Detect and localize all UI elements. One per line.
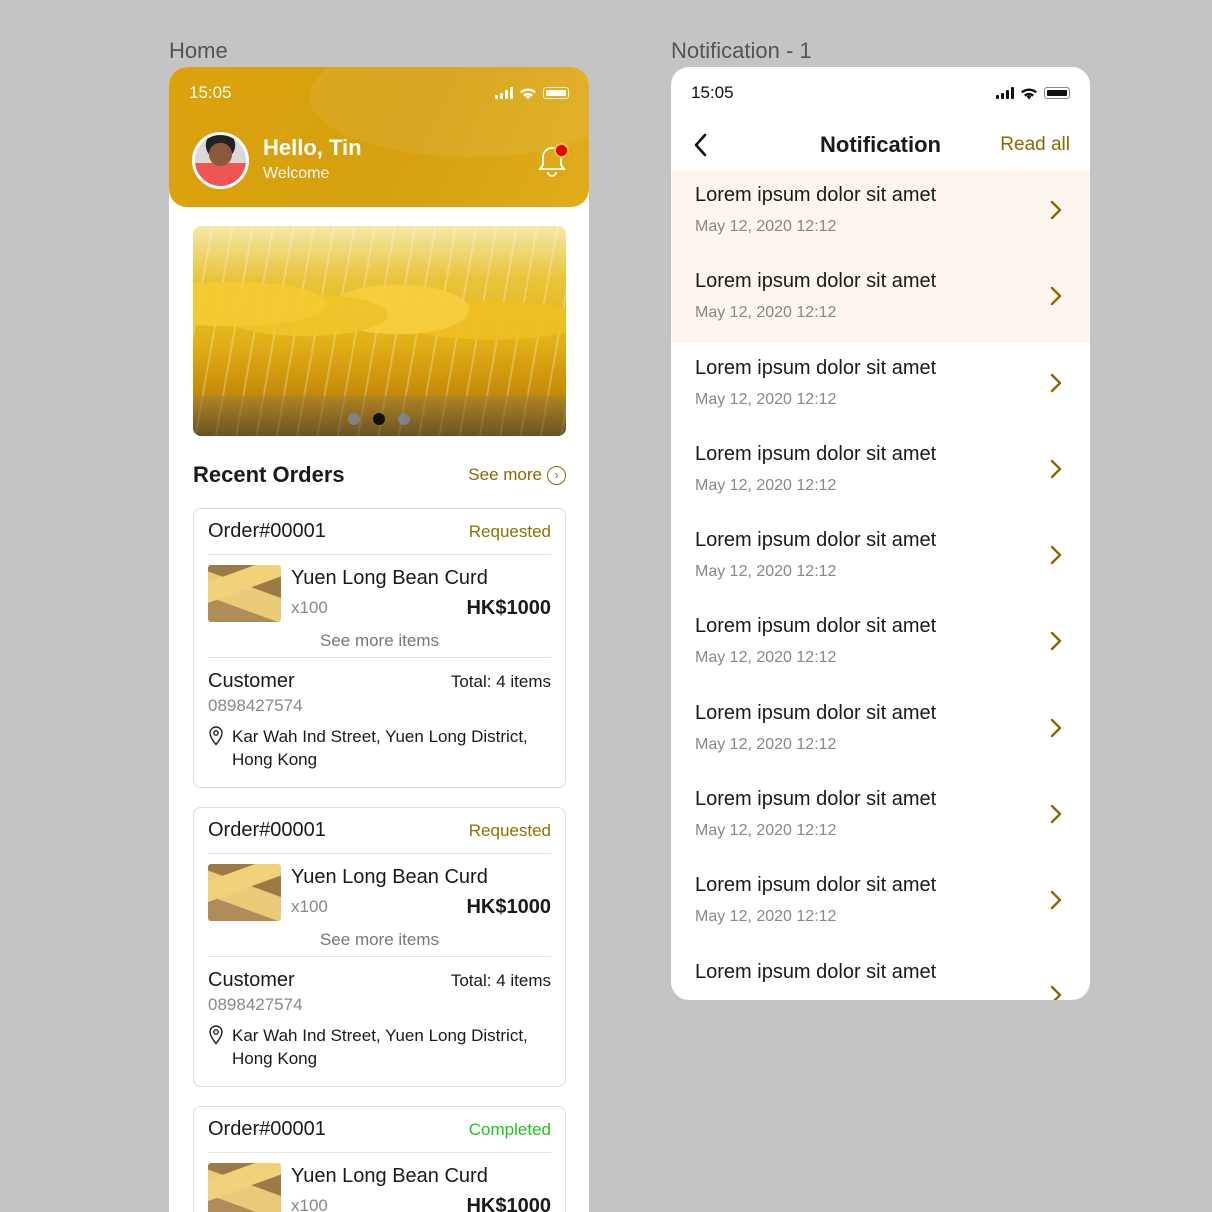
notification-title: Lorem ipsum dolor sit amet — [695, 788, 937, 811]
notification-item[interactable]: Lorem ipsum dolor sit amet May 12, 2020 … — [671, 256, 1090, 343]
status-bar: 15:05 — [189, 83, 569, 103]
notification-date: May 12, 2020 12:12 — [695, 476, 837, 494]
product-image — [208, 1163, 281, 1212]
customer-phone: 0898427574 — [208, 995, 303, 1014]
order-id: Order#00001 — [208, 520, 326, 542]
frame-label-notification: Notification - 1 — [671, 38, 812, 63]
bell-icon[interactable] — [537, 143, 569, 179]
notification-title: Lorem ipsum dolor sit amet — [695, 960, 937, 983]
welcome-text: Welcome — [263, 165, 330, 182]
notification-title: Lorem ipsum dolor sit amet — [695, 874, 937, 897]
signal-icon — [495, 87, 513, 99]
see-more-items-link[interactable]: See more items — [208, 627, 551, 658]
avatar[interactable] — [192, 132, 249, 189]
location-pin-icon — [209, 726, 223, 746]
notification-item[interactable]: Lorem ipsum dolor sit amet May 12, 2020 … — [671, 860, 1090, 946]
see-more-link[interactable]: See more › — [468, 465, 566, 485]
notification-item[interactable]: Lorem ipsum dolor sit amet May 12, 2020 … — [671, 515, 1090, 601]
chevron-right-icon — [1050, 714, 1062, 745]
item-name: Yuen Long Bean Curd — [291, 567, 488, 589]
notification-item[interactable]: Lorem ipsum dolor sit amet May 12, 2020 … — [671, 343, 1090, 429]
location-pin-icon — [209, 1025, 223, 1045]
banner-carousel[interactable] — [193, 226, 566, 436]
signal-icon — [996, 87, 1014, 99]
wifi-icon — [1021, 87, 1037, 99]
notification-title: Lorem ipsum dolor sit amet — [695, 529, 937, 552]
status-badge: Requested — [468, 521, 551, 541]
notification-item[interactable]: Lorem ipsum dolor sit amet May 12, 2020 … — [671, 774, 1090, 860]
customer-address: Kar Wah Ind Street, Yuen Long District, … — [232, 727, 528, 769]
chevron-right-icon — [1050, 627, 1062, 658]
item-price: HK$1000 — [466, 597, 551, 619]
chevron-right-icon — [1050, 369, 1062, 400]
notification-title: Lorem ipsum dolor sit amet — [695, 615, 937, 638]
nav-bar: Notification Read all — [671, 122, 1090, 170]
notification-date: May 12, 2020 12:12 — [695, 218, 837, 235]
notification-date: May 12, 2020 12:12 — [695, 649, 837, 667]
notification-item[interactable]: Lorem ipsum dolor sit amet May 12, 2020 … — [671, 601, 1090, 687]
notification-date: May 12, 2020 12:12 — [695, 563, 837, 581]
customer-phone: 0898427574 — [208, 696, 303, 715]
notification-date: May 12, 2020 12:12 — [695, 908, 837, 926]
see-more-items-link[interactable]: See more items — [208, 926, 551, 957]
notification-item[interactable]: Lorem ipsum dolor sit amet May 12, 2020 … — [671, 688, 1090, 774]
chevron-right-icon — [1050, 981, 1062, 1000]
greeting: Hello, Tin — [263, 135, 362, 160]
notification-title: Lorem ipsum dolor sit amet — [695, 442, 937, 465]
home-header: 15:05 Hello, Tin Welcome — [169, 67, 589, 207]
notification-screen: 15:05 Notification Read all Lorem ipsum … — [671, 67, 1090, 1000]
frame-label-home: Home — [169, 38, 228, 63]
wifi-icon — [520, 87, 536, 99]
section-title: Recent Orders — [193, 462, 345, 487]
chevron-right-icon — [1050, 455, 1062, 486]
chevron-right-icon — [1050, 282, 1062, 313]
status-time: 15:05 — [691, 83, 734, 102]
chevron-right-icon — [1050, 196, 1062, 227]
notification-item[interactable]: Lorem ipsum dolor sit amet May 12, 2020 … — [671, 429, 1090, 515]
order-id: Order#00001 — [208, 1118, 326, 1140]
item-name: Yuen Long Bean Curd — [291, 1165, 488, 1187]
carousel-dot-active[interactable] — [373, 413, 385, 425]
notification-date: May 12, 2020 12:12 — [695, 735, 837, 753]
chevron-right-icon — [1050, 541, 1062, 572]
status-badge: Requested — [468, 820, 551, 840]
order-card[interactable]: Order#00001 Requested Yuen Long Bean Cur… — [193, 508, 566, 788]
order-id: Order#00001 — [208, 819, 326, 841]
chevron-right-circle-icon: › — [547, 465, 566, 485]
notification-title: Lorem ipsum dolor sit amet — [695, 356, 937, 379]
notification-item[interactable]: Lorem ipsum dolor sit amet May 12, 2020 … — [671, 170, 1090, 257]
chevron-right-icon — [1050, 800, 1062, 831]
chevron-right-icon — [1050, 886, 1062, 917]
notification-date: May 12, 2020 12:12 — [695, 390, 837, 408]
order-total: Total: 4 items — [450, 971, 551, 990]
status-badge: Completed — [468, 1119, 551, 1139]
notification-item[interactable]: Lorem ipsum dolor sit amet — [671, 947, 1090, 1000]
customer-address: Kar Wah Ind Street, Yuen Long District, … — [232, 1026, 528, 1068]
order-card[interactable]: Order#00001 Requested Yuen Long Bean Cur… — [193, 807, 566, 1087]
item-price: HK$1000 — [466, 896, 551, 918]
notification-date: May 12, 2020 12:12 — [695, 304, 837, 322]
order-total: Total: 4 items — [450, 672, 551, 691]
notification-list: Lorem ipsum dolor sit amet May 12, 2020 … — [671, 170, 1090, 1000]
notification-dot — [554, 143, 569, 158]
product-image — [208, 864, 281, 921]
carousel-dot[interactable] — [348, 413, 360, 425]
item-price: HK$1000 — [466, 1195, 551, 1212]
carousel-dot[interactable] — [398, 413, 410, 425]
status-time: 15:05 — [189, 83, 232, 102]
battery-icon — [1044, 87, 1070, 99]
battery-icon — [543, 87, 569, 99]
item-name: Yuen Long Bean Curd — [291, 866, 488, 888]
product-image — [208, 565, 281, 622]
notification-title: Lorem ipsum dolor sit amet — [695, 270, 937, 293]
home-screen: 15:05 Hello, Tin Welcome Recent Orders S… — [169, 67, 589, 1212]
status-bar: 15:05 — [691, 83, 1070, 103]
order-card[interactable]: Order#00001 Completed Yuen Long Bean Cur… — [193, 1106, 566, 1212]
notification-title: Lorem ipsum dolor sit amet — [695, 701, 937, 724]
read-all-button[interactable]: Read all — [1000, 134, 1070, 156]
carousel-indicators[interactable] — [348, 413, 410, 425]
notification-title: Lorem ipsum dolor sit amet — [695, 184, 937, 206]
notification-date: May 12, 2020 12:12 — [695, 822, 837, 840]
